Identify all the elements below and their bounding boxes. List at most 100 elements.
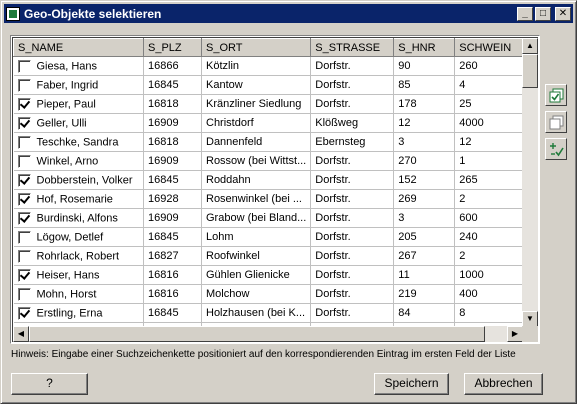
cell-hnr[interactable]: 11 <box>393 265 456 285</box>
cell-hnr[interactable]: 3 <box>393 132 456 152</box>
scroll-left-button[interactable]: ◀ <box>13 326 29 342</box>
row-checkbox[interactable] <box>17 116 31 130</box>
cell-hnr[interactable]: 267 <box>393 246 456 266</box>
cell-ort[interactable]: Holzhausen (bei K... <box>201 303 312 323</box>
cell-strasse[interactable]: Klößweg <box>310 113 395 133</box>
vertical-scrollbar[interactable]: ▲ ▼ <box>522 38 538 327</box>
cell-hnr[interactable]: 3 <box>393 208 456 228</box>
cell-name[interactable]: Burdinski, Alfons <box>13 208 144 228</box>
column-header-s-strasse[interactable]: S_STRASSE <box>310 38 395 57</box>
cell-name[interactable]: Lögow, Detlef <box>13 227 144 247</box>
cell-name[interactable]: Erstling, Erna <box>13 303 144 323</box>
table-row[interactable]: Rohrlack, Robert 16827 Roofwinkel Dorfstr. 2… <box>13 246 526 266</box>
cell-hnr[interactable]: 178 <box>393 94 456 114</box>
cell-strasse[interactable]: Dorfstr. <box>310 75 395 95</box>
cell-plz[interactable]: 16845 <box>143 75 202 95</box>
cell-name[interactable]: Teschke, Sandra <box>13 132 144 152</box>
row-checkbox[interactable] <box>17 211 31 225</box>
cell-name[interactable]: Winkel, Arno <box>13 151 144 171</box>
cell-ort[interactable]: Kötzlin <box>201 56 312 76</box>
column-header-s-name[interactable]: S_NAME <box>13 38 144 57</box>
cell-schwein[interactable]: 4000 <box>454 113 526 133</box>
cell-ort[interactable]: Grabow (bei Bland... <box>201 208 312 228</box>
invert-selection-button[interactable] <box>545 138 567 160</box>
cell-plz[interactable]: 16845 <box>143 303 202 323</box>
cell-strasse[interactable]: Dorfstr. <box>310 94 395 114</box>
cell-schwein[interactable]: 260 <box>454 56 526 76</box>
help-button[interactable]: ? <box>11 373 88 395</box>
row-checkbox[interactable] <box>17 192 31 206</box>
cell-ort[interactable]: Roofwinkel <box>201 246 312 266</box>
row-checkbox[interactable] <box>17 230 31 244</box>
cell-ort[interactable]: Lohm <box>201 227 312 247</box>
table-row[interactable]: Heiser, Hans 16816 Gühlen Glienicke Dorfstr… <box>13 265 526 285</box>
cell-strasse[interactable]: Ebernsteg <box>310 132 395 152</box>
row-checkbox[interactable] <box>17 306 31 320</box>
cell-plz[interactable]: 16845 <box>143 170 202 190</box>
cell-plz[interactable]: 16816 <box>143 284 202 304</box>
column-header-s-plz[interactable]: S_PLZ <box>143 38 202 57</box>
column-header-s-ort[interactable]: S_ORT <box>200 38 312 57</box>
cell-strasse[interactable]: Dorfstr. <box>310 284 395 304</box>
cell-schwein[interactable]: 12 <box>454 132 526 152</box>
save-button[interactable]: Speichern <box>374 373 449 395</box>
row-checkbox[interactable] <box>17 154 31 168</box>
cell-strasse[interactable]: Dorfstr. <box>310 189 395 209</box>
cancel-button[interactable]: Abbrechen <box>464 373 543 395</box>
cell-plz[interactable]: 16909 <box>143 113 202 133</box>
cell-plz[interactable]: 16909 <box>143 151 202 171</box>
title-bar[interactable]: Geo-Objekte selektieren _ □ ✕ <box>4 4 573 23</box>
cell-hnr[interactable]: 90 <box>393 56 456 76</box>
cell-schwein[interactable]: 600 <box>454 208 526 228</box>
cell-ort[interactable]: Gühlen Glienicke <box>201 265 312 285</box>
cell-strasse[interactable]: Dorfstr. <box>310 303 395 323</box>
minimize-button[interactable]: _ <box>517 6 533 21</box>
cell-plz[interactable]: 16818 <box>143 132 202 152</box>
cell-strasse[interactable]: Dorfstr. <box>310 170 395 190</box>
cell-hnr[interactable]: 12 <box>393 113 456 133</box>
deselect-all-button[interactable] <box>545 111 567 133</box>
horizontal-scroll-thumb[interactable] <box>29 326 485 342</box>
scroll-down-button[interactable]: ▼ <box>522 311 538 327</box>
table-row[interactable]: Giesa, Hans 16866 Kötzlin Dorfstr. 90 260 <box>13 56 526 76</box>
cell-name[interactable]: Dobberstein, Volker <box>13 170 144 190</box>
horizontal-scrollbar[interactable]: ◀ ▶ <box>13 326 523 342</box>
row-checkbox[interactable] <box>17 173 31 187</box>
cell-schwein[interactable]: 25 <box>454 94 526 114</box>
cell-plz[interactable]: 16827 <box>143 246 202 266</box>
cell-plz[interactable]: 16928 <box>143 189 202 209</box>
maximize-button[interactable]: □ <box>535 6 551 21</box>
cell-schwein[interactable]: 1 <box>454 151 526 171</box>
cell-name[interactable]: Hof, Rosemarie <box>13 189 144 209</box>
table-row[interactable]: Mohn, Horst 16816 Molchow Dorfstr. 219 400 <box>13 284 526 304</box>
row-checkbox[interactable] <box>17 59 31 73</box>
cell-name[interactable]: Pieper, Paul <box>13 94 144 114</box>
close-button[interactable]: ✕ <box>555 6 571 21</box>
cell-name[interactable]: Mohn, Horst <box>13 284 144 304</box>
cell-strasse[interactable]: Dorfstr. <box>310 227 395 247</box>
cell-name[interactable]: Faber, Ingrid <box>13 75 144 95</box>
cell-strasse[interactable]: Dorfstr. <box>310 151 395 171</box>
scroll-up-button[interactable]: ▲ <box>522 38 538 54</box>
cell-ort[interactable]: Kantow <box>201 75 312 95</box>
table-row[interactable]: Teschke, Sandra 16818 Dannenfeld Ebernsteg 3… <box>13 132 526 152</box>
cell-ort[interactable]: Kränzliner Siedlung <box>201 94 312 114</box>
table-row[interactable]: Winkel, Arno 16909 Rossow (bei Wittst... Do… <box>13 151 526 171</box>
cell-schwein[interactable]: 1000 <box>454 265 526 285</box>
cell-ort[interactable]: Dannenfeld <box>201 132 312 152</box>
cell-schwein[interactable]: 2 <box>454 189 526 209</box>
cell-schwein[interactable]: 2 <box>454 246 526 266</box>
table-row[interactable]: Dobberstein, Volker 16845 Roddahn Dorfstr. 1… <box>13 170 526 190</box>
cell-ort[interactable]: Roddahn <box>201 170 312 190</box>
cell-hnr[interactable]: 269 <box>393 189 456 209</box>
cell-plz[interactable]: 16818 <box>143 94 202 114</box>
table-row[interactable]: Burdinski, Alfons 16909 Grabow (bei Bland.… <box>13 208 526 228</box>
cell-schwein[interactable]: 4 <box>454 75 526 95</box>
row-checkbox[interactable] <box>17 287 31 301</box>
cell-plz[interactable]: 16866 <box>143 56 202 76</box>
cell-schwein[interactable]: 265 <box>454 170 526 190</box>
cell-strasse[interactable]: Dorfstr. <box>310 246 395 266</box>
cell-name[interactable]: Heiser, Hans <box>13 265 144 285</box>
row-checkbox[interactable] <box>17 249 31 263</box>
vertical-scroll-thumb[interactable] <box>522 54 538 88</box>
